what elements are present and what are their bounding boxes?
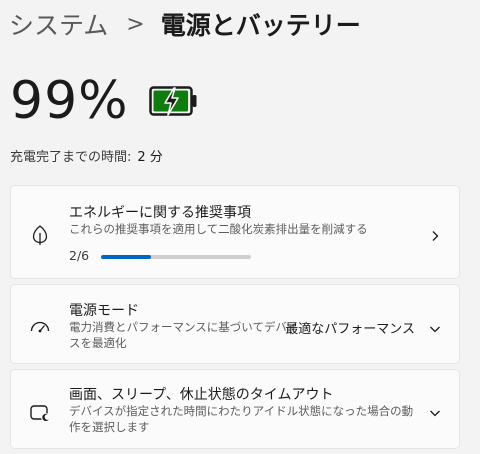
breadcrumb-separator: > — [126, 11, 145, 37]
breadcrumb-system-link[interactable]: システム — [9, 6, 108, 42]
sleep-timeout-description: デバイスが指定された時間にわたりアイドル状態になった場合の動作を選択します — [69, 404, 414, 434]
energy-recommendations-card[interactable]: エネルギーに関する推奨事項 これらの推奨事項を適用して二酸化炭素排出量を削減する… — [10, 185, 460, 279]
chevron-down-icon[interactable] — [429, 320, 441, 333]
leaf-icon — [29, 224, 51, 246]
energy-progress-fill — [101, 255, 151, 259]
energy-recommendations-title: エネルギーに関する推奨事項 — [69, 205, 251, 221]
battery-percent: 99% — [10, 71, 129, 131]
screen-sleep-icon — [29, 402, 51, 424]
chevron-down-icon — [429, 404, 441, 417]
power-mode-dropdown[interactable]: 最適なパフォーマンス — [285, 318, 415, 337]
battery-status: 99% — [10, 70, 199, 132]
page-title: 電源とバッテリー — [160, 11, 361, 40]
battery-charging-icon — [148, 84, 199, 118]
power-mode-title: 電源モード — [69, 303, 139, 319]
charge-time: 充電完了までの時間: 2 分 — [10, 146, 163, 165]
energy-recommendations-description: これらの推奨事項を適用して二酸化炭素排出量を削減する — [69, 222, 368, 236]
sleep-timeout-title: 画面、スリープ、休止状態のタイムアウト — [69, 387, 334, 403]
breadcrumb: システム > 電源とバッテリー — [9, 4, 361, 44]
power-mode-card: 電源モード 電力消費とパフォーマンスに基づいてデバイスを最適化 最適なパフォーマ… — [10, 284, 460, 364]
energy-progress-label: 2/6 — [69, 248, 90, 263]
charge-time-value: 2 分 — [137, 150, 163, 165]
gauge-icon — [29, 317, 51, 339]
chevron-right-icon — [429, 227, 441, 241]
sleep-timeout-card[interactable]: 画面、スリープ、休止状態のタイムアウト デバイスが指定された時間にわたりアイドル… — [10, 369, 460, 449]
power-mode-description: 電力消費とパフォーマンスに基づいてデバイスを最適化 — [69, 320, 299, 350]
energy-progress-bar — [101, 255, 251, 259]
charge-time-label: 充電完了までの時間: — [10, 150, 132, 165]
